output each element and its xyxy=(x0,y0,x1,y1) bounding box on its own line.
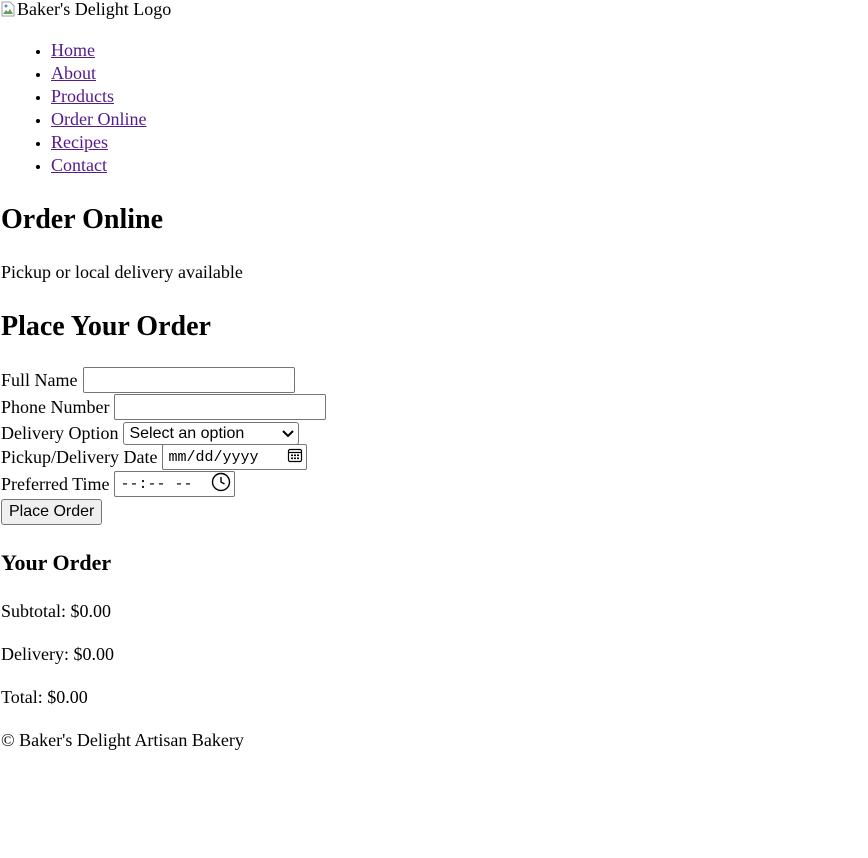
time-row: Preferred Time --:-- -- xyxy=(1,471,236,497)
nav-item-contact: Contact xyxy=(51,154,146,177)
broken-image-icon xyxy=(1,1,15,17)
time-input[interactable]: --:-- -- xyxy=(114,471,236,497)
phone-row: Phone Number xyxy=(1,394,327,420)
nav-item-recipes: Recipes xyxy=(51,131,146,154)
full-name-row: Full Name xyxy=(1,367,295,393)
chevron-down-icon xyxy=(282,425,295,443)
delivery-fee-text: Delivery: $0.00 xyxy=(1,644,114,664)
time-label: Preferred Time xyxy=(1,473,110,494)
clock-icon[interactable] xyxy=(211,472,231,497)
form-title: Place Your Order xyxy=(1,311,211,342)
nav-link-products[interactable]: Products xyxy=(51,86,114,106)
date-row: Pickup/Delivery Date mm/dd/yyyy xyxy=(1,444,308,470)
nav-item-home: Home xyxy=(51,39,146,62)
time-placeholder: --:-- -- xyxy=(120,475,193,493)
logo-alt-text: Baker's Delight Logo xyxy=(17,0,172,19)
place-order-button[interactable]: Place Order xyxy=(1,499,103,525)
full-name-input[interactable] xyxy=(82,367,295,393)
nav-link-home[interactable]: Home xyxy=(51,40,95,60)
page-title: Order Online xyxy=(1,204,164,235)
subtotal-text: Subtotal: $0.00 xyxy=(1,601,112,621)
nav-item-about: About xyxy=(51,62,146,85)
full-name-label: Full Name xyxy=(1,369,78,390)
nav-link-contact[interactable]: Contact xyxy=(51,155,107,175)
footer-copyright: © Baker's Delight Artisan Bakery xyxy=(1,730,244,750)
main-nav: Home About Products Order Online Recipes… xyxy=(0,39,146,177)
date-label: Pickup/Delivery Date xyxy=(1,446,158,467)
total-text: Total: $0.00 xyxy=(1,687,88,707)
calendar-icon[interactable] xyxy=(287,447,303,468)
delivery-option-select[interactable]: Select an option xyxy=(123,422,300,445)
nav-link-order-online[interactable]: Order Online xyxy=(51,109,146,129)
nav-link-recipes[interactable]: Recipes xyxy=(51,132,108,152)
page-subtitle: Pickup or local delivery available xyxy=(1,262,243,282)
nav-link-about[interactable]: About xyxy=(51,63,96,83)
order-summary-title: Your Order xyxy=(1,550,112,575)
delivery-option-selected: Select an option xyxy=(129,424,245,442)
date-placeholder: mm/dd/yyyy xyxy=(168,448,259,466)
nav-item-order-online: Order Online xyxy=(51,108,146,131)
phone-input[interactable] xyxy=(114,394,327,420)
nav-item-products: Products xyxy=(51,85,146,108)
phone-label: Phone Number xyxy=(1,396,110,417)
delivery-option-label: Delivery Option xyxy=(1,423,119,443)
date-input[interactable]: mm/dd/yyyy xyxy=(162,444,308,470)
delivery-option-row: Delivery Option Select an option xyxy=(1,422,300,445)
site-logo: Baker's Delight Logo xyxy=(1,0,171,20)
